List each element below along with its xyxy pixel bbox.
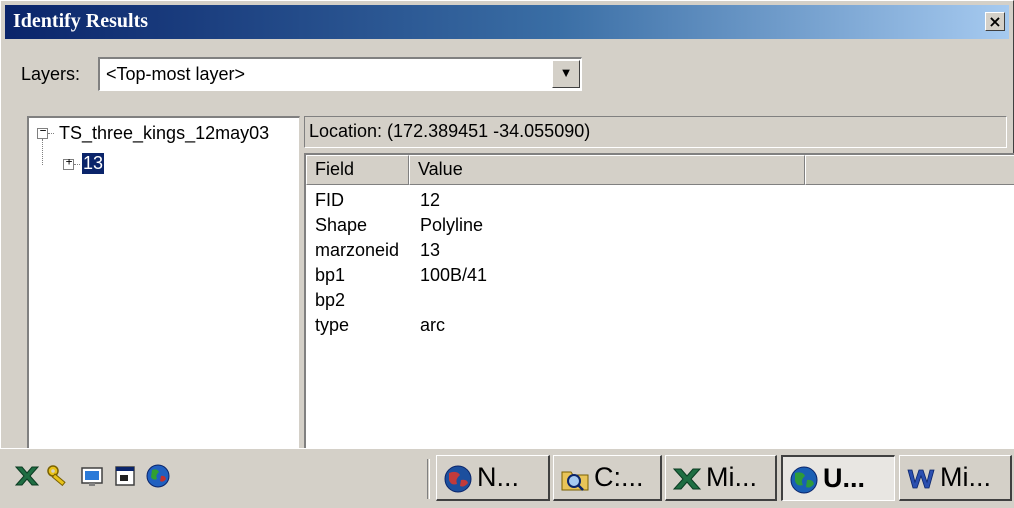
keys-icon[interactable] <box>45 463 71 489</box>
table-cell-field: marzoneid <box>315 240 400 260</box>
excel-icon <box>672 468 702 490</box>
location-text: Location: (172.389451 -34.055090) <box>309 121 591 141</box>
taskbar-button-excel[interactable]: Mi... <box>665 455 777 501</box>
taskbar-separator <box>427 459 430 499</box>
column-header-value[interactable]: Value <box>409 155 805 185</box>
taskbar-button-label: N... <box>477 462 520 492</box>
tree-connector <box>42 139 43 165</box>
title-bar[interactable]: Identify Results × <box>5 5 1009 39</box>
attributes-table: Field Value FID 12 Shape Polyline marzon… <box>304 153 1014 449</box>
feature-tree: − TS_three_kings_12may03 + 13 <box>27 116 300 449</box>
collapse-icon: − <box>39 124 47 137</box>
dropdown-arrow-button[interactable]: ▼ <box>552 60 580 88</box>
table-cell-field: FID <box>315 190 344 210</box>
tree-connector <box>74 164 80 165</box>
tree-node-layer[interactable]: TS_three_kings_12may03 <box>59 123 269 144</box>
table-cell-value: Polyline <box>420 215 484 235</box>
taskbar-button-word[interactable]: Mi... <box>899 455 1012 501</box>
globe-icon[interactable] <box>145 463 171 489</box>
taskbar-button-explorer[interactable]: C:... <box>553 455 662 501</box>
layers-label: Layers: <box>21 64 81 84</box>
table-cell-value: 13 <box>420 240 441 260</box>
taskbar-button-netscape[interactable]: N... <box>436 455 550 501</box>
excel-icon[interactable] <box>14 463 40 489</box>
table-cell-field: bp2 <box>315 290 346 310</box>
column-header-empty[interactable] <box>805 155 1014 185</box>
netscape-globe-icon <box>444 465 472 493</box>
taskbar-button-label: Mi... <box>706 462 757 492</box>
column-header-field[interactable]: Field <box>306 155 409 185</box>
table-cell-field: Shape <box>315 215 368 235</box>
tree-node-feature[interactable]: 13 <box>82 153 105 174</box>
taskbar-button-active[interactable]: U... <box>781 455 895 501</box>
close-icon: × <box>988 12 1002 31</box>
word-icon <box>907 469 935 489</box>
tree-child-expander[interactable]: + <box>63 155 74 170</box>
table-cell-value: 100B/41 <box>420 265 488 285</box>
expand-icon: + <box>65 155 73 168</box>
monitor-icon[interactable] <box>79 463 105 489</box>
taskbar-button-label: Mi... <box>940 462 991 492</box>
layers-dropdown[interactable]: <Top-most layer> ▼ <box>98 57 582 91</box>
chevron-down-icon: ▼ <box>559 65 573 80</box>
identify-results-window: Identify Results × Layers: <Top-most lay… <box>0 0 1014 449</box>
table-cell-value: 12 <box>420 190 441 210</box>
globe-icon <box>790 466 818 494</box>
window-icon[interactable] <box>112 463 138 489</box>
close-button[interactable]: × <box>985 12 1005 31</box>
taskbar-button-label: C:... <box>594 462 644 492</box>
tree-root-expander[interactable]: − <box>37 124 48 139</box>
location-bar: Location: (172.389451 -34.055090) <box>304 116 1007 148</box>
table-cell-field: bp1 <box>315 265 346 285</box>
tree-connector <box>48 133 54 134</box>
taskbar: N... C:... Mi... U... Mi... <box>0 448 1014 508</box>
layers-dropdown-value: <Top-most layer> <box>106 64 246 84</box>
taskbar-button-label: U... <box>823 463 866 493</box>
window-title: Identify Results <box>13 10 149 32</box>
table-cell-value: arc <box>420 315 446 335</box>
explorer-folder-icon <box>561 471 589 491</box>
table-cell-field: type <box>315 315 350 335</box>
